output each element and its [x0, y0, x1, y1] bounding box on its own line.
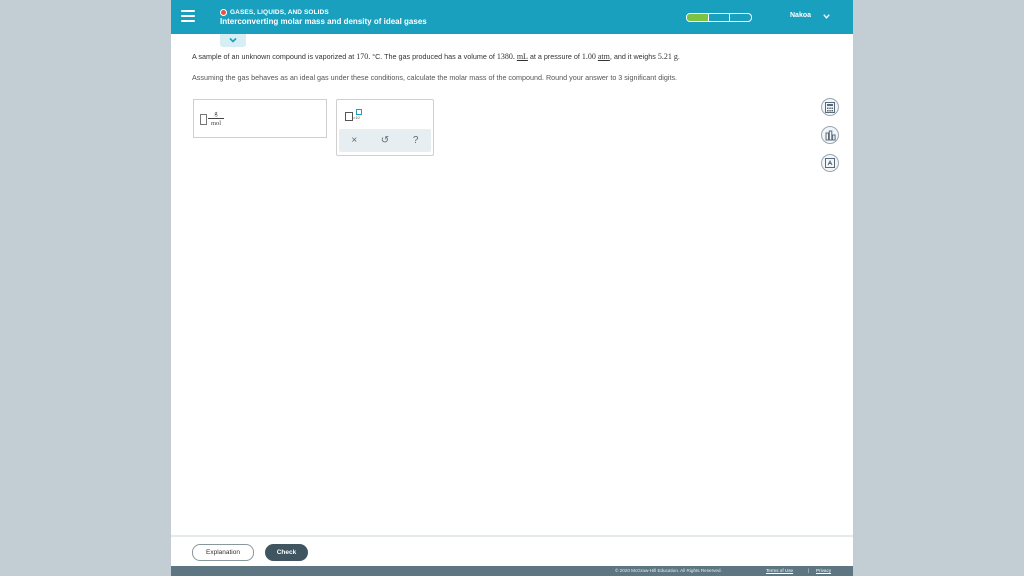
app-window: GASES, LIQUIDS, AND SOLIDS Interconverti… — [171, 0, 853, 576]
user-name[interactable]: Nakoa — [790, 12, 811, 19]
math-toolbox: ×10 × ↺ ? — [336, 99, 434, 156]
footer-separator: | — [808, 568, 810, 573]
terms-of-use-link[interactable]: Terms of Use — [766, 568, 793, 573]
periodic-table-icon[interactable] — [821, 154, 839, 172]
progress-segment — [730, 14, 751, 21]
answer-unit: g mol — [208, 110, 224, 127]
bottom-bar: © 2020 McGraw-Hill Education. All Rights… — [171, 566, 853, 576]
topic-label: GASES, LIQUIDS, AND SOLIDS — [230, 9, 329, 16]
question-text: A sample of an unknown compound is vapor… — [192, 52, 680, 61]
data-chart-icon[interactable] — [821, 126, 839, 144]
clear-button[interactable]: × — [344, 135, 364, 146]
progress-segment-complete — [687, 14, 709, 21]
check-button[interactable]: Check — [265, 544, 308, 561]
question-instruction: Assuming the gas behaves as an ideal gas… — [192, 73, 678, 82]
chevron-down-icon — [229, 37, 237, 43]
unit-atm: atm — [597, 52, 610, 61]
footer-divider — [171, 535, 853, 537]
answer-input-box[interactable]: g mol — [193, 99, 327, 138]
answer-input[interactable] — [200, 114, 207, 125]
status-dot-icon — [220, 9, 227, 16]
chevron-down-icon[interactable] — [822, 12, 831, 21]
collapse-header-button[interactable] — [220, 34, 246, 47]
lesson-title: Interconverting molar mass and density o… — [220, 17, 427, 26]
undo-button[interactable]: ↺ — [375, 135, 395, 146]
scientific-notation-button[interactable]: ×10 — [345, 109, 363, 123]
help-button[interactable]: ? — [406, 135, 426, 146]
progress-segment — [709, 14, 731, 21]
menu-icon[interactable] — [181, 10, 195, 22]
copyright-text: © 2020 McGraw-Hill Education. All Rights… — [615, 568, 722, 573]
unit-ml: mL — [516, 52, 528, 61]
calculator-icon[interactable] — [821, 98, 839, 116]
explanation-button[interactable]: Explanation — [192, 544, 254, 561]
header-bar: GASES, LIQUIDS, AND SOLIDS Interconverti… — [171, 0, 853, 34]
topic-row: GASES, LIQUIDS, AND SOLIDS — [220, 8, 329, 17]
privacy-link[interactable]: Privacy — [816, 568, 831, 573]
progress-bar — [686, 13, 752, 22]
toolbox-actions: × ↺ ? — [339, 129, 431, 152]
